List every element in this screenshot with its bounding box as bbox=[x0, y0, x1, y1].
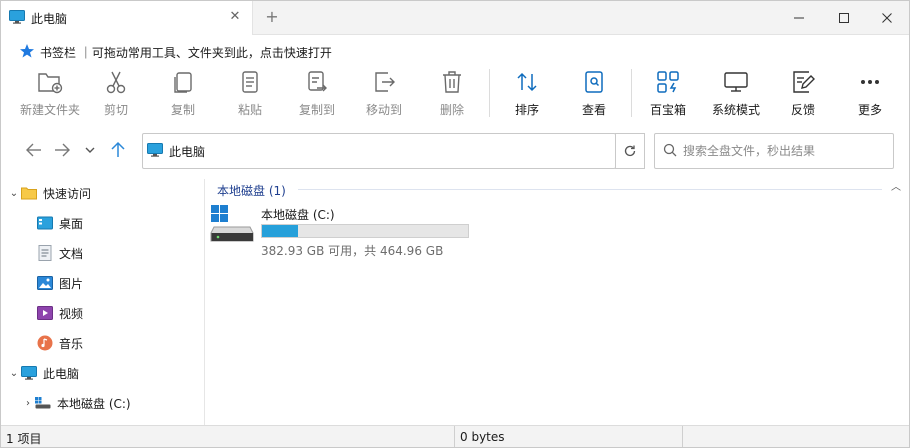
status-divider bbox=[682, 426, 683, 447]
forward-button[interactable] bbox=[51, 139, 73, 161]
copy-icon bbox=[168, 67, 198, 97]
sidebar-item-pictures[interactable]: 图片 bbox=[1, 272, 205, 294]
more-button[interactable]: 更多 bbox=[837, 67, 903, 123]
more-icon bbox=[855, 67, 885, 97]
copy-to-button[interactable]: 复制到 bbox=[284, 67, 350, 123]
delete-icon bbox=[437, 67, 467, 97]
feedback-icon bbox=[788, 67, 818, 97]
ribbon-toolbar: 新建文件夹 剪切 复制 粘贴 复制到 移动到 删除 排序 查看 百宝箱 系统模式… bbox=[1, 67, 909, 123]
sidebar-item-local-disk-c[interactable]: › 本地磁盘 (C:) bbox=[1, 392, 205, 414]
arrow-right-icon bbox=[55, 143, 70, 157]
tab-label: 此电脑 bbox=[31, 11, 68, 26]
bookmarks-label: 书签栏 ｜可拖动常用工具、文件夹到此，点击快速打开 bbox=[40, 45, 332, 60]
minimize-icon bbox=[794, 17, 804, 19]
address-path: 此电脑 bbox=[169, 144, 206, 159]
new-folder-button[interactable]: 新建文件夹 bbox=[17, 67, 83, 123]
arrow-up-icon bbox=[111, 141, 125, 157]
chevron-down-icon[interactable]: ⌄ bbox=[7, 188, 21, 199]
close-window-button[interactable] bbox=[867, 1, 907, 35]
drive-usage-fill bbox=[262, 225, 299, 237]
view-button[interactable]: 查看 bbox=[561, 67, 627, 123]
folder-icon bbox=[21, 185, 37, 201]
close-icon bbox=[882, 13, 892, 23]
item-count: 1 项目 bbox=[6, 432, 42, 446]
file-explorer-window: 此电脑 ✕ + 书签栏 ｜可拖动常用工具、文件夹到此，点击快速打开 新建文件夹 bbox=[0, 0, 910, 448]
back-button[interactable] bbox=[23, 139, 45, 161]
document-icon bbox=[37, 245, 53, 261]
maximize-button[interactable] bbox=[824, 1, 864, 35]
copy-to-icon bbox=[302, 67, 332, 97]
cut-button[interactable]: 剪切 bbox=[83, 67, 149, 123]
ribbon-divider bbox=[489, 69, 490, 117]
drive-tile-c[interactable]: 本地磁盘 (C:) 382.93 GB 可用，共 464.96 GB bbox=[210, 203, 480, 258]
search-box[interactable] bbox=[654, 133, 894, 169]
paste-button[interactable]: 粘贴 bbox=[217, 67, 283, 123]
toolbox-button[interactable]: 百宝箱 bbox=[635, 67, 701, 123]
refresh-icon bbox=[624, 145, 635, 157]
sidebar-item-quick-access[interactable]: ⌄ 快速访问 bbox=[1, 182, 205, 204]
delete-button[interactable]: 删除 bbox=[419, 67, 485, 123]
system-mode-icon bbox=[721, 67, 751, 97]
chevron-up-icon[interactable]: ︿ bbox=[889, 179, 903, 193]
star-icon bbox=[19, 43, 35, 62]
feedback-button[interactable]: 反馈 bbox=[770, 67, 836, 123]
desktop-icon bbox=[37, 215, 53, 231]
move-to-icon bbox=[369, 67, 399, 97]
maximize-icon bbox=[839, 13, 849, 23]
drive-usage-bar bbox=[261, 224, 469, 238]
sidebar-item-videos[interactable]: 视频 bbox=[1, 302, 205, 324]
chevron-down-icon[interactable]: ⌄ bbox=[7, 368, 21, 379]
content-pane: 本地磁盘 (1) ︿ 本地磁盘 (C:) 382.93 GB 可用，共 464.… bbox=[206, 179, 908, 425]
copy-button[interactable]: 复制 bbox=[150, 67, 216, 123]
drive-icon bbox=[35, 395, 51, 411]
sidebar-item-this-pc[interactable]: ⌄ 此电脑 bbox=[1, 362, 205, 384]
move-to-button[interactable]: 移动到 bbox=[351, 67, 417, 123]
group-divider bbox=[298, 189, 882, 190]
bookmarks-bar[interactable]: 书签栏 ｜可拖动常用工具、文件夹到此，点击快速打开 bbox=[19, 43, 332, 61]
chevron-right-icon[interactable]: › bbox=[21, 398, 35, 409]
new-folder-icon bbox=[35, 67, 65, 97]
system-mode-button[interactable]: 系统模式 bbox=[703, 67, 769, 123]
paste-icon bbox=[235, 67, 265, 97]
pictures-icon bbox=[37, 275, 53, 291]
drive-name: 本地磁盘 (C:) bbox=[261, 208, 335, 222]
arrow-left-icon bbox=[26, 143, 41, 157]
drive-icon bbox=[210, 205, 256, 245]
ribbon-divider bbox=[631, 69, 632, 117]
selection-size: 0 bytes bbox=[460, 430, 505, 444]
drive-space-info: 382.93 GB 可用，共 464.96 GB bbox=[261, 244, 444, 258]
address-bar[interactable]: 此电脑 bbox=[142, 133, 616, 169]
sort-icon bbox=[512, 67, 542, 97]
toolbox-icon bbox=[653, 67, 683, 97]
up-button[interactable] bbox=[107, 139, 129, 161]
new-tab-plus-icon[interactable]: + bbox=[263, 8, 281, 26]
sort-button[interactable]: 排序 bbox=[494, 67, 560, 123]
scissors-icon bbox=[101, 67, 131, 97]
recent-locations-button[interactable] bbox=[79, 139, 101, 161]
group-header[interactable]: 本地磁盘 (1) bbox=[217, 182, 286, 199]
sidebar-item-desktop[interactable]: 桌面 bbox=[1, 212, 205, 234]
search-input[interactable] bbox=[683, 144, 883, 158]
monitor-icon bbox=[9, 9, 25, 27]
close-icon[interactable]: ✕ bbox=[228, 10, 242, 24]
search-icon bbox=[663, 143, 677, 160]
status-divider bbox=[454, 426, 455, 447]
minimize-button[interactable] bbox=[779, 1, 819, 35]
chevron-down-icon bbox=[85, 147, 95, 153]
view-icon bbox=[579, 67, 609, 97]
refresh-button[interactable] bbox=[615, 133, 645, 169]
monitor-icon bbox=[21, 365, 37, 381]
tab-this-pc[interactable]: 此电脑 ✕ bbox=[1, 1, 253, 35]
sidebar-item-music[interactable]: 音乐 bbox=[1, 332, 205, 354]
navigation-bar: 此电脑 bbox=[1, 131, 909, 171]
music-icon bbox=[37, 335, 53, 351]
navigation-pane: ⌄ 快速访问 桌面 文档 图片 视频 音乐 ⌄ 此电脑 › 本地磁盘 (C:) bbox=[1, 179, 205, 425]
video-icon bbox=[37, 305, 53, 321]
status-bar: 1 项目 0 bytes bbox=[1, 425, 909, 447]
monitor-icon bbox=[147, 142, 163, 160]
sidebar-item-documents[interactable]: 文档 bbox=[1, 242, 205, 264]
title-bar: 此电脑 ✕ + bbox=[1, 1, 909, 35]
